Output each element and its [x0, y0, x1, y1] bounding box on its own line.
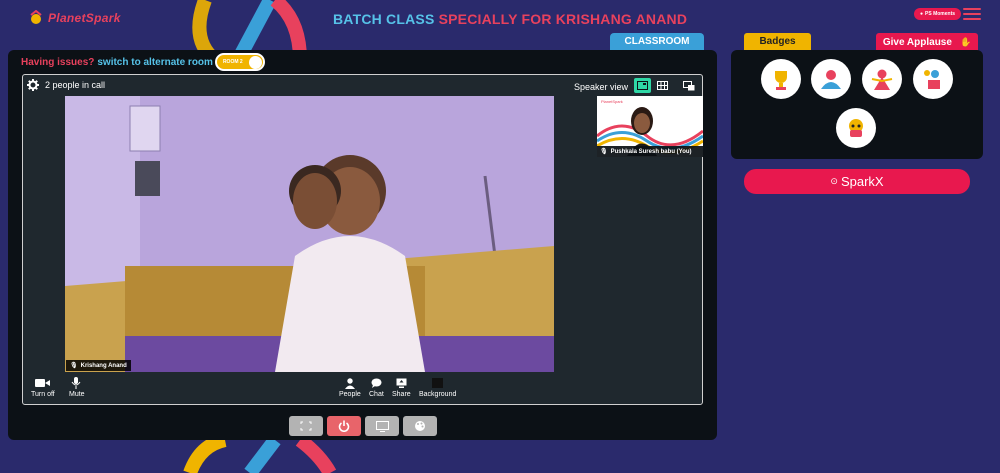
- speaker-view-label: Speaker view: [574, 82, 629, 92]
- palette-icon: [415, 421, 425, 431]
- applause-label: Give Applause: [882, 36, 952, 48]
- chat-bubble-icon: [371, 377, 382, 389]
- background-control[interactable]: Background: [419, 377, 456, 398]
- room-toggle[interactable]: ROOM 2: [214, 53, 265, 71]
- grid-view-button[interactable]: [654, 78, 671, 93]
- speaker-view-button[interactable]: [634, 78, 651, 93]
- badge-teamwork[interactable]: [811, 59, 851, 99]
- svg-text:PlanetSpark: PlanetSpark: [601, 99, 623, 104]
- monitor-icon: [375, 420, 389, 432]
- whiteboard-button[interactable]: [365, 416, 399, 436]
- superhero-icon: [871, 69, 893, 90]
- title-part1: BATCH CLASS: [333, 11, 435, 27]
- badge-confidence[interactable]: [862, 59, 902, 99]
- background-label: Background: [419, 391, 457, 398]
- trophy-icon: [775, 71, 787, 90]
- planetspark-logo[interactable]: PlanetSpark: [28, 10, 121, 26]
- raised-hands-icon: [821, 70, 841, 89]
- room-toggle-label: ROOM 2: [222, 59, 243, 65]
- mute-control[interactable]: Mute: [69, 377, 85, 398]
- gear-icon[interactable]: [27, 79, 39, 91]
- chat-label: Chat: [369, 391, 384, 398]
- presenter-icon: [924, 70, 940, 89]
- badge-trophy[interactable]: [761, 59, 801, 99]
- spark-icon: ⊙: [830, 176, 838, 186]
- mic-icon: 🎙: [70, 363, 78, 369]
- background-icon: [432, 377, 444, 389]
- camera-icon: ●: [920, 11, 924, 17]
- fullscreen-icon: [300, 421, 312, 431]
- bottom-toolbar: [289, 416, 437, 436]
- sparkx-label: SparkX: [840, 174, 884, 189]
- badge-star-performer[interactable]: [836, 108, 876, 148]
- hamburger-menu-icon[interactable]: [963, 8, 981, 20]
- participant-video-image: [65, 96, 554, 372]
- page-title: BATCH CLASS SPECIALLY FOR KRISHANG ANAND: [333, 11, 687, 27]
- camera-control[interactable]: Turn off: [31, 377, 55, 398]
- badge-speaker[interactable]: [913, 59, 953, 99]
- call-header: 2 people in call: [27, 79, 105, 91]
- rocket-icon: [30, 10, 42, 24]
- share-screen-icon: [396, 377, 407, 389]
- video-camera-icon: [34, 377, 51, 389]
- microphone-icon: [70, 377, 84, 389]
- main-participant-name: Krishang Anand: [80, 362, 127, 369]
- alternate-room-link[interactable]: switch to alternate room: [97, 57, 213, 68]
- badges-tab[interactable]: Badges: [744, 33, 811, 56]
- chat-control[interactable]: Chat: [369, 377, 384, 398]
- power-icon: [338, 420, 350, 432]
- picture-in-picture-button[interactable]: [680, 78, 697, 93]
- main-participant-tag: 🎙 Krishang Anand: [66, 360, 131, 371]
- badges-panel: [731, 50, 983, 159]
- turn-off-label: Turn off: [31, 391, 55, 398]
- share-control[interactable]: Share: [392, 377, 411, 398]
- grid-layout-icon: [657, 81, 668, 90]
- issue-bar: Having issues? switch to alternate room …: [21, 53, 265, 71]
- people-label: People: [339, 391, 361, 398]
- mute-label: Mute: [69, 391, 85, 398]
- self-participant-name: Pushkala Suresh babu (You): [610, 148, 692, 155]
- palette-button[interactable]: [403, 416, 437, 436]
- robot-icon: [849, 119, 863, 137]
- end-class-button[interactable]: [327, 416, 361, 436]
- main-video-feed: [65, 96, 554, 372]
- classroom-panel: Having issues? switch to alternate room …: [8, 50, 717, 440]
- people-count: 2 people in call: [45, 80, 106, 90]
- sparkx-button[interactable]: ⊙ SparkX: [744, 169, 970, 194]
- person-icon: [344, 377, 355, 389]
- clap-icon: ✋: [959, 36, 972, 47]
- ps-moments-button[interactable]: ● PS Moments: [914, 8, 962, 20]
- give-applause-tab[interactable]: Give Applause ✋: [876, 33, 978, 51]
- video-call-frame: 2 people in call Speaker view 🎙 Krishang…: [22, 74, 703, 405]
- title-part2: SPECIALLY FOR KRISHANG ANAND: [438, 11, 688, 27]
- mic-icon: 🎙: [600, 149, 608, 155]
- people-control[interactable]: People: [339, 377, 361, 398]
- ps-moments-label: PS Moments: [925, 11, 956, 17]
- pip-icon: [682, 80, 694, 90]
- share-label: Share: [392, 391, 411, 398]
- logo-text: PlanetSpark: [48, 11, 121, 25]
- tab-classroom[interactable]: CLASSROOM: [610, 33, 704, 50]
- fullscreen-button[interactable]: [289, 416, 323, 436]
- issue-prefix: Having issues?: [21, 56, 95, 68]
- toggle-knob: [248, 56, 262, 69]
- self-participant-tag: 🎙 Pushkala Suresh babu (You): [597, 146, 703, 157]
- speaker-layout-icon: [637, 81, 648, 90]
